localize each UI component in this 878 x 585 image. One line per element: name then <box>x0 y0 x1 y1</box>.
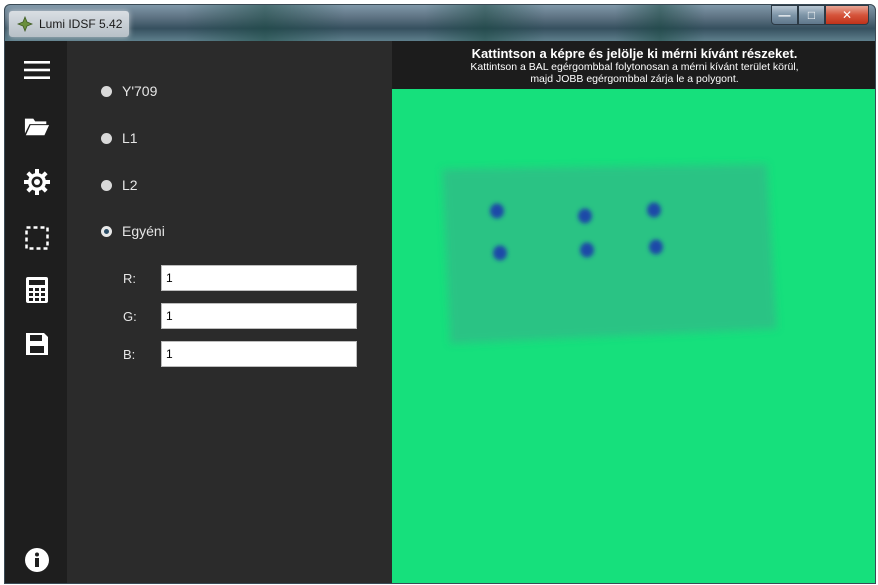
app-window: Lumi IDSF 5.42 — □ ✕ Y'709 L1 L2 Egyéni … <box>4 4 876 584</box>
radio-egyeni[interactable]: Egyéni <box>101 223 165 239</box>
folder-open-icon[interactable] <box>24 113 50 139</box>
radio-indicator[interactable] <box>101 179 112 191</box>
radio-indicator[interactable] <box>101 132 112 144</box>
maximize-button[interactable]: □ <box>798 5 825 25</box>
g-input[interactable] <box>161 303 357 329</box>
gear-icon[interactable] <box>24 169 50 195</box>
radio-label: Y'709 <box>122 83 158 99</box>
title-tab: Lumi IDSF 5.42 <box>9 11 129 37</box>
measurement-image[interactable] <box>392 89 876 584</box>
image-area[interactable]: Kattintson a képre és jelölje ki mérni k… <box>392 41 876 584</box>
window-title: Lumi IDSF 5.42 <box>39 17 123 31</box>
radio-label: Egyéni <box>122 223 165 239</box>
b-label: B: <box>123 346 136 362</box>
r-label: R: <box>123 270 136 286</box>
floppy-disk-save-icon[interactable] <box>24 331 50 357</box>
sample-dot <box>490 203 504 219</box>
window-controls: — □ ✕ <box>771 5 869 25</box>
radio-indicator-checked[interactable] <box>101 225 112 237</box>
radio-indicator[interactable] <box>101 85 112 97</box>
sample-dot <box>647 202 661 218</box>
sidebar <box>5 41 67 583</box>
sample-dot <box>493 245 507 261</box>
b-field-row: B: <box>123 341 357 367</box>
info-circle-icon[interactable] <box>24 547 50 573</box>
radio-l1[interactable]: L1 <box>101 130 138 146</box>
sample-dot <box>649 239 663 255</box>
instruction-banner: Kattintson a képre és jelölje ki mérni k… <box>392 41 875 89</box>
sample-dot <box>578 208 592 224</box>
calculator-icon[interactable] <box>24 277 50 303</box>
hamburger-menu-icon[interactable] <box>24 57 50 83</box>
sample-strip <box>442 164 777 344</box>
r-input[interactable] <box>161 265 357 291</box>
close-button[interactable]: ✕ <box>825 5 869 25</box>
title-bar[interactable]: Lumi IDSF 5.42 — □ ✕ <box>5 5 875 41</box>
radio-label: L1 <box>122 130 138 146</box>
radio-l2[interactable]: L2 <box>101 177 138 193</box>
g-label: G: <box>123 308 137 324</box>
r-field-row: R: <box>123 265 357 291</box>
app-logo-icon <box>17 16 33 32</box>
instruction-line-1: Kattintson a BAL egérgombbal folytonosan… <box>470 61 799 73</box>
b-input[interactable] <box>161 341 357 367</box>
instruction-title: Kattintson a képre és jelölje ki mérni k… <box>471 46 798 61</box>
sample-dot <box>580 242 594 258</box>
radio-label: L2 <box>122 177 138 193</box>
g-field-row: G: <box>123 303 357 329</box>
radio-y709[interactable]: Y'709 <box>101 83 157 99</box>
minimize-button[interactable]: — <box>771 5 798 25</box>
selection-rectangle-icon[interactable] <box>24 225 50 251</box>
options-panel: Y'709 L1 L2 Egyéni R: G: B: <box>67 41 392 583</box>
instruction-line-2: majd JOBB egérgombbal zárja le a polygon… <box>530 73 739 85</box>
